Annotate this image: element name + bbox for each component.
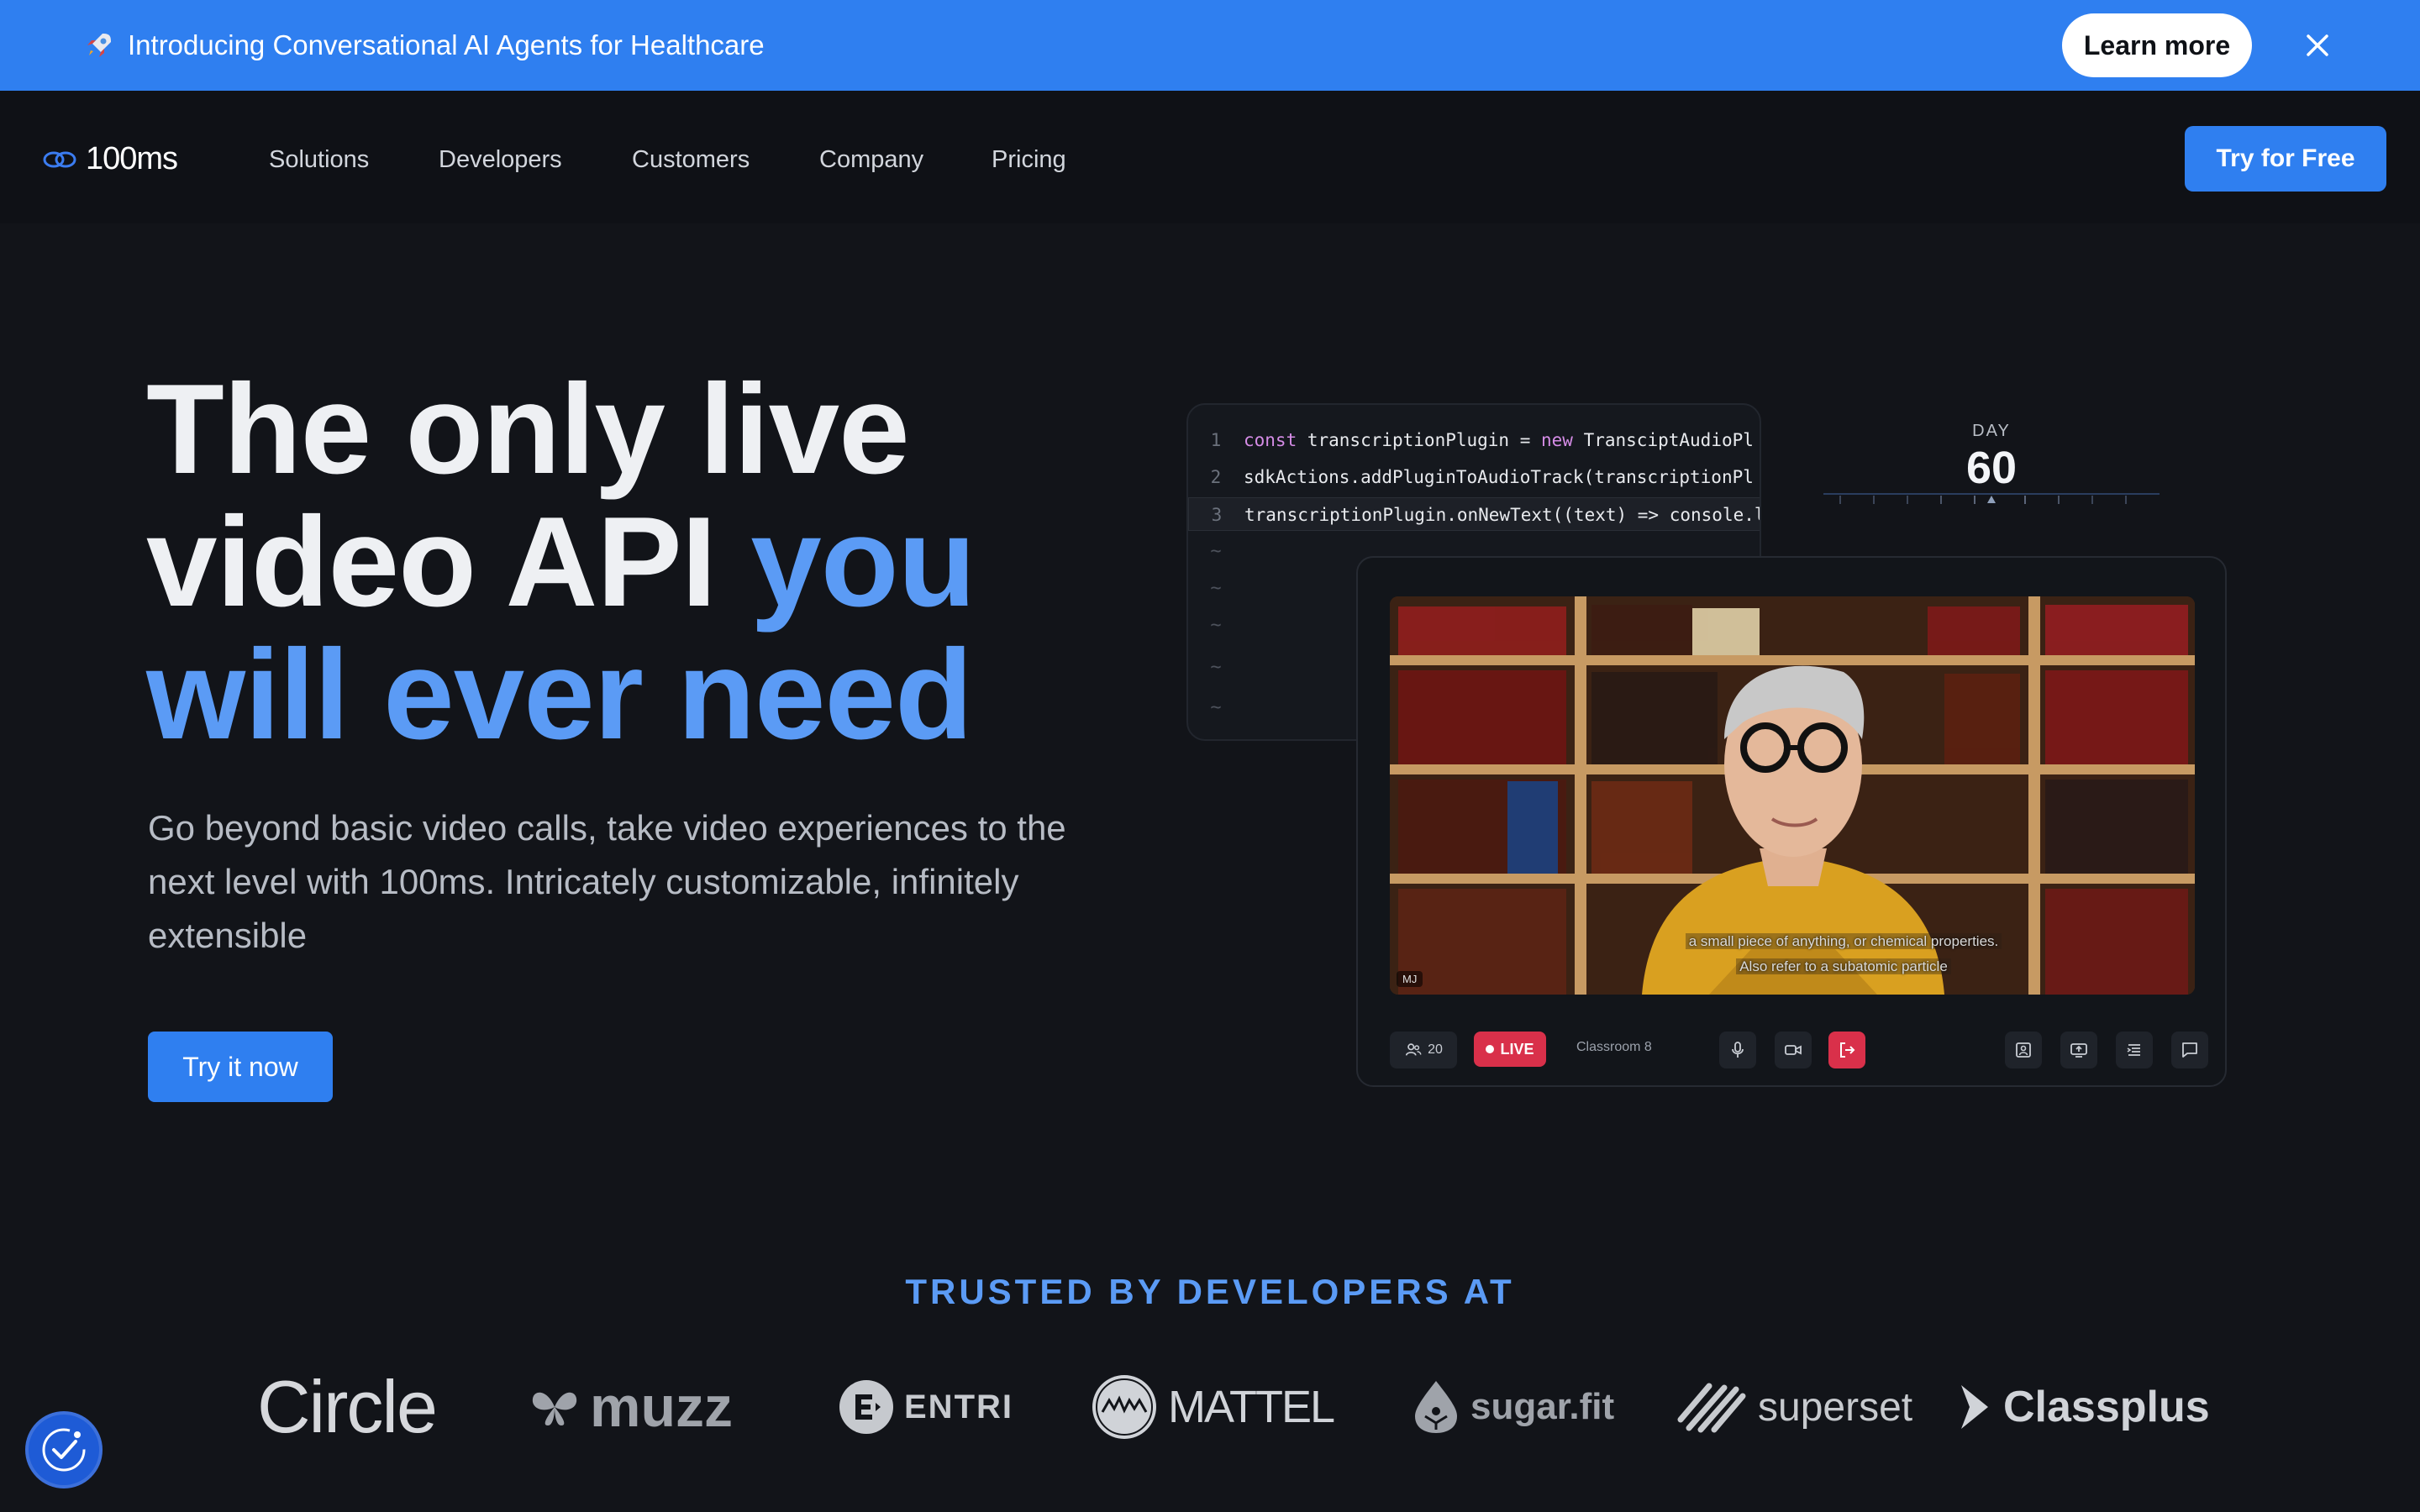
brand-logo[interactable]: 100ms: [42, 141, 178, 177]
announcement-bar: Introducing Conversational AI Agents for…: [0, 0, 2420, 91]
code-line-active: 3 transcriptionPlugin.onNewText((text) =>…: [1188, 497, 1760, 531]
day-counter-label: DAY: [1972, 422, 2011, 440]
accessibility-icon: [42, 1428, 86, 1472]
customer-logo-entri: ENTRI: [839, 1361, 1013, 1453]
customer-logo-muzz: muzz: [529, 1361, 733, 1453]
exit-icon: [1840, 1042, 1855, 1058]
learn-more-button[interactable]: Learn more: [2062, 13, 2252, 77]
nav-link-developers[interactable]: Developers: [439, 143, 562, 176]
empty-line-marker: ~: [1210, 578, 1222, 599]
microphone-icon: [1732, 1042, 1744, 1058]
screen-share-button[interactable]: [2060, 1032, 2097, 1068]
accessibility-button[interactable]: [25, 1411, 103, 1488]
customer-logo-mattel: MATTEL: [1091, 1361, 1335, 1453]
superset-stripes-icon: [1677, 1383, 1746, 1433]
empty-line-marker: ~: [1210, 541, 1222, 562]
nav-link-customers[interactable]: Customers: [632, 143, 750, 176]
camera-toggle-button[interactable]: [1775, 1032, 1812, 1068]
brand-name: 100ms: [86, 141, 178, 176]
mattel-badge-icon: [1092, 1375, 1156, 1439]
room-name: Classroom 8: [1576, 1040, 1652, 1054]
announcement-text: Introducing Conversational AI Agents for…: [128, 29, 765, 60]
customer-logo-superset: superset: [1676, 1361, 1912, 1453]
participants-button[interactable]: 20: [1390, 1032, 1457, 1068]
mic-toggle-button[interactable]: [1719, 1032, 1756, 1068]
live-label: LIVE: [1500, 1040, 1534, 1058]
customer-logo-classplus: Classplus: [1956, 1361, 2210, 1453]
sugarfit-drop-icon: [1415, 1381, 1457, 1433]
nav-link-company[interactable]: Company: [819, 143, 923, 176]
caption-line: Also refer to a subatomic particle: [1736, 958, 1951, 974]
transcript-button[interactable]: [2116, 1032, 2153, 1068]
try-it-now-button[interactable]: Try it now: [148, 1032, 333, 1102]
chat-button[interactable]: [2171, 1032, 2208, 1068]
classplus-chevron-icon: [1961, 1385, 1988, 1429]
live-badge: LIVE: [1474, 1032, 1546, 1067]
nav-link-pricing[interactable]: Pricing: [992, 143, 1066, 176]
hero-subtitle: Go beyond basic video calls, take video …: [148, 808, 1066, 955]
day-counter-value: 60: [1965, 443, 2018, 493]
hero-title: The only live video API you will ever ne…: [146, 363, 1155, 761]
empty-line-marker: ~: [1210, 657, 1222, 678]
live-dot-icon: [1486, 1045, 1495, 1053]
entri-mark-icon: [839, 1380, 893, 1434]
live-captions: a small piece of anything, or chemical p…: [1667, 929, 2020, 979]
butterfly-icon: [532, 1392, 577, 1425]
rocket-icon: [87, 34, 111, 57]
participant-count: 20: [1428, 1042, 1443, 1057]
video-camera-icon: [1785, 1045, 1802, 1055]
chat-icon: [2182, 1042, 2197, 1058]
day-ruler-icon: [1823, 493, 2160, 504]
trusted-by-heading: TRUSTED BY DEVELOPERS AT: [905, 1272, 1515, 1311]
try-for-free-button[interactable]: Try for Free: [2185, 126, 2386, 192]
close-icon[interactable]: [2298, 26, 2337, 65]
call-controls-bar: 20 LIVE Classroom 8: [1390, 1032, 2208, 1072]
screen-share-icon: [2070, 1043, 2087, 1058]
participant-tile-label: MJ: [1397, 971, 1423, 987]
video-tile: a small piece of anything, or chemical p…: [1390, 596, 2195, 995]
code-line: 1 const transcriptionPlugin = new Transci…: [1210, 430, 1754, 450]
empty-line-marker: ~: [1210, 615, 1222, 636]
customer-logo-sugarfit: sugar.fit: [1412, 1361, 1614, 1453]
caption-line: a small piece of anything, or chemical p…: [1685, 933, 2002, 949]
infinity-logo-icon: [43, 151, 76, 167]
main-nav: 100ms Solutions Developers Customers Com…: [0, 91, 2420, 223]
code-line: 2 sdkActions.addPluginToAudioTrack(transc…: [1210, 467, 1754, 487]
people-icon: [1406, 1043, 1422, 1056]
leave-call-button[interactable]: [1828, 1032, 1865, 1068]
virtual-background-icon: [2016, 1042, 2031, 1058]
customer-logo-circle: Circle: [257, 1365, 438, 1448]
empty-line-marker: ~: [1210, 697, 1222, 718]
nav-link-solutions[interactable]: Solutions: [269, 143, 369, 176]
virtual-background-button[interactable]: [2005, 1032, 2042, 1068]
list-icon: [2127, 1044, 2140, 1056]
video-call-preview: a small piece of anything, or chemical p…: [1356, 556, 2227, 1087]
